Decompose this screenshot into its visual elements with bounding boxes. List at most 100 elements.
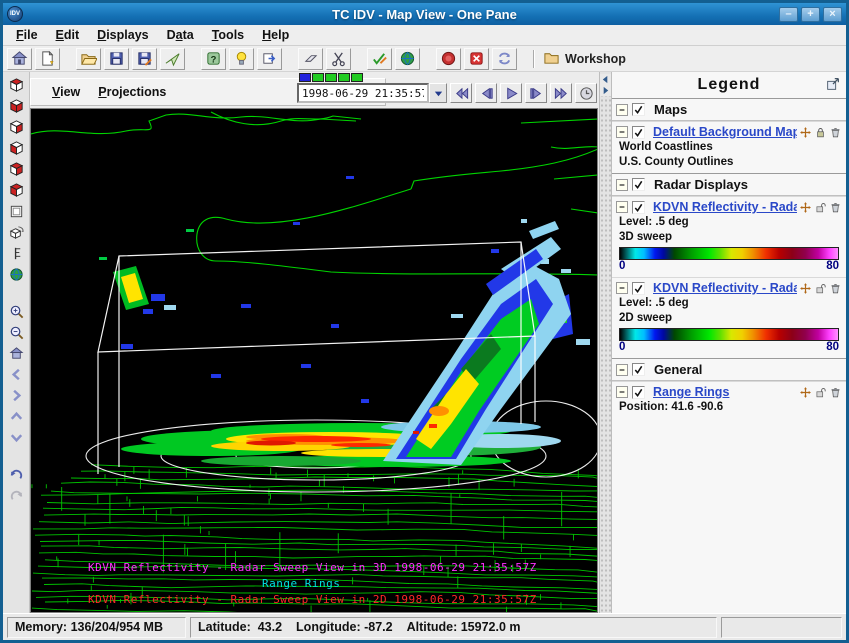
move-icon[interactable]: [799, 201, 812, 214]
pan-right-button[interactable]: [5, 385, 27, 406]
collapse-button-maps[interactable]: [616, 104, 628, 116]
collapse-button-radar-displays[interactable]: [616, 179, 628, 191]
menu-tools[interactable]: Tools: [203, 26, 253, 44]
collapse-left-arrow[interactable]: [600, 74, 611, 85]
drawing-button[interactable]: [367, 48, 392, 70]
move-icon[interactable]: [799, 282, 812, 295]
visibility-checkbox-radar-displays[interactable]: [632, 178, 645, 191]
unlock-icon[interactable]: [814, 386, 827, 399]
eraser-button[interactable]: [298, 48, 323, 70]
menu-data[interactable]: Data: [158, 26, 203, 44]
visibility-checkbox-range-rings-0[interactable]: [632, 386, 645, 399]
collapse-button-range-rings-0[interactable]: [616, 386, 628, 398]
visibility-checkbox-default-background-maps-0[interactable]: [632, 126, 645, 139]
time-frame-3[interactable]: [325, 73, 337, 82]
reflectivity-colorbar[interactable]: [619, 328, 839, 341]
time-frame-2[interactable]: [312, 73, 324, 82]
viewpoint-south-button[interactable]: [5, 138, 27, 159]
step-back-button[interactable]: [475, 83, 497, 103]
zoom-in-button[interactable]: [5, 301, 27, 322]
pan-down-button[interactable]: [5, 427, 27, 448]
menu-file[interactable]: File: [7, 26, 47, 44]
move-icon[interactable]: [799, 126, 812, 139]
pan-left-button[interactable]: [5, 364, 27, 385]
undo-button[interactable]: [5, 464, 27, 485]
workshop-button[interactable]: Workshop: [543, 49, 626, 69]
lock-icon[interactable]: [814, 126, 827, 139]
globe-button[interactable]: [395, 48, 420, 70]
go-to-start-button[interactable]: [450, 83, 472, 103]
trash-icon[interactable]: [829, 201, 842, 214]
trash-icon[interactable]: [829, 386, 842, 399]
globe-projection-button[interactable]: [5, 264, 27, 285]
step-forward-button[interactable]: [525, 83, 547, 103]
help-button[interactable]: ?: [201, 48, 226, 70]
home-button[interactable]: [7, 48, 32, 70]
publish-button[interactable]: [160, 48, 185, 70]
save-as-button[interactable]: [132, 48, 157, 70]
visibility-checkbox-maps[interactable]: [632, 103, 645, 116]
map-display-3d[interactable]: KDVN Reflectivity - Radar Sweep View in …: [30, 108, 598, 613]
unlock-icon[interactable]: [814, 201, 827, 214]
save-button[interactable]: [104, 48, 129, 70]
maximize-button[interactable]: +: [801, 7, 820, 22]
collapse-button-general[interactable]: [616, 364, 628, 376]
cut-button[interactable]: [326, 48, 351, 70]
collapse-right-arrow[interactable]: [600, 85, 611, 96]
time-frame-5[interactable]: [351, 73, 363, 82]
time-frame-4[interactable]: [338, 73, 350, 82]
close-button[interactable]: ×: [823, 7, 842, 22]
time-frame-1[interactable]: [299, 73, 311, 82]
menu-view[interactable]: View: [43, 83, 89, 101]
collapse-button-default-background-maps-0[interactable]: [616, 126, 628, 138]
display-control-link[interactable]: Range Rings: [653, 385, 797, 399]
visibility-checkbox-kdvn-reflectivity-radar--0[interactable]: [632, 201, 645, 214]
collapse-button-kdvn-reflectivity-radar--0[interactable]: [616, 201, 628, 213]
animation-time-field[interactable]: [297, 83, 429, 103]
home-view-button[interactable]: [5, 343, 27, 364]
new-document-button[interactable]: [35, 48, 60, 70]
rotate-view-button[interactable]: [5, 222, 27, 243]
viewpoint-bottom-button[interactable]: [5, 96, 27, 117]
refresh-button[interactable]: [492, 48, 517, 70]
vertical-scale-button[interactable]: [5, 243, 27, 264]
viewpoint-top-button[interactable]: [5, 75, 27, 96]
viewpoint-north-button[interactable]: [5, 117, 27, 138]
animation-properties-button[interactable]: [575, 83, 597, 103]
play-button[interactable]: [500, 83, 522, 103]
display-control-link[interactable]: Default Background Maps: [653, 125, 797, 139]
export-display-button[interactable]: [257, 48, 282, 70]
menu-edit[interactable]: Edit: [47, 26, 89, 44]
trash-icon[interactable]: [829, 126, 842, 139]
menu-displays[interactable]: Displays: [88, 26, 157, 44]
visibility-checkbox-general[interactable]: [632, 363, 645, 376]
viewpoint-west-button[interactable]: [5, 180, 27, 201]
stop-loads-button[interactable]: [436, 48, 461, 70]
box-outline-button[interactable]: [5, 201, 27, 222]
open-folder-button[interactable]: [76, 48, 101, 70]
viewpoint-east-button[interactable]: [5, 159, 27, 180]
menu-projections[interactable]: Projections: [89, 83, 175, 101]
menu-help[interactable]: Help: [253, 26, 298, 44]
time-dropdown-button[interactable]: [429, 83, 447, 103]
tips-button[interactable]: [229, 48, 254, 70]
zoom-out-button[interactable]: [5, 322, 27, 343]
display-control-link[interactable]: KDVN Reflectivity - Radar _: [653, 200, 797, 214]
visibility-checkbox-kdvn-reflectivity-radar--1[interactable]: [632, 282, 645, 295]
float-legend-icon[interactable]: [825, 76, 841, 95]
remove-displays-button[interactable]: [464, 48, 489, 70]
go-to-end-button[interactable]: [550, 83, 572, 103]
legend-splitter[interactable]: [599, 72, 612, 613]
workshop-label: Workshop: [565, 52, 626, 66]
unlock-icon[interactable]: [814, 282, 827, 295]
title-bar[interactable]: IDV TC IDV - Map View - One Pane – + ×: [3, 3, 846, 25]
trash-icon[interactable]: [829, 282, 842, 295]
redo-button[interactable]: [5, 485, 27, 506]
reflectivity-colorbar[interactable]: [619, 247, 839, 260]
move-icon[interactable]: [799, 386, 812, 399]
latitude-readout: Latitude: 43.2: [198, 620, 282, 634]
display-control-link[interactable]: KDVN Reflectivity - Radar _: [653, 281, 797, 295]
collapse-button-kdvn-reflectivity-radar--1[interactable]: [616, 282, 628, 294]
minimize-button[interactable]: –: [779, 7, 798, 22]
pan-up-button[interactable]: [5, 406, 27, 427]
